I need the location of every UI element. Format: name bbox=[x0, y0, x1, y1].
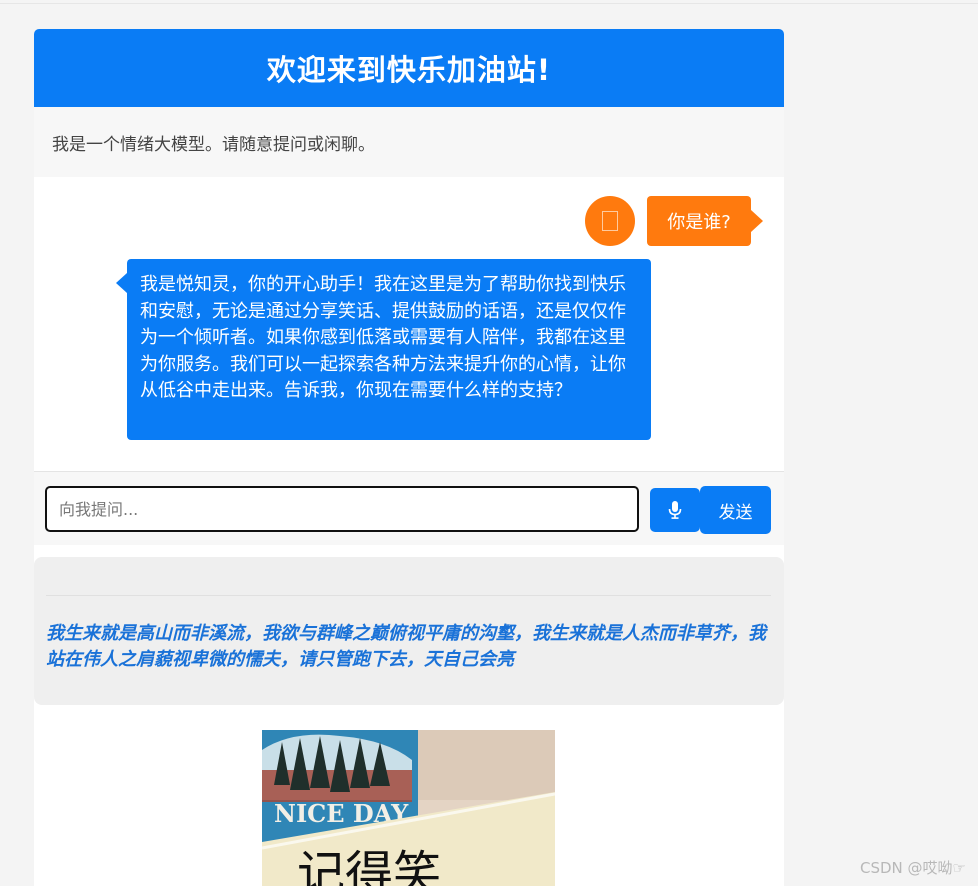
input-bar: 发送 bbox=[34, 471, 784, 545]
user-avatar bbox=[585, 196, 635, 246]
motto-divider bbox=[46, 595, 771, 596]
user-message-text: 你是谁? bbox=[667, 212, 731, 233]
handwriting-text: 记得笑 bbox=[297, 846, 441, 886]
avatar-icon bbox=[602, 211, 618, 231]
user-message-bubble: 你是谁? bbox=[647, 196, 763, 246]
send-button[interactable]: 发送 bbox=[700, 486, 771, 534]
voice-input-button[interactable] bbox=[650, 488, 700, 532]
app-header: 欢迎来到快乐加油站! bbox=[34, 29, 784, 107]
motto-card: 我生来就是高山而非溪流，我欲与群峰之巅俯视平庸的沟壑，我生来就是人杰而非草芥，我… bbox=[34, 557, 784, 705]
nice-day-image: NICE DAY 记得笑 bbox=[262, 730, 555, 886]
page-top-divider bbox=[0, 3, 978, 4]
page-title: 欢迎来到快乐加油站! bbox=[266, 53, 552, 87]
chat-app: 欢迎来到快乐加油站! 我是一个情绪大模型。请随意提问或闲聊。 你是谁? 我是悦知… bbox=[34, 29, 784, 886]
motto-text: 我生来就是高山而非溪流，我欲与群峰之巅俯视平庸的沟壑，我生来就是人杰而非草芥，我… bbox=[46, 623, 766, 670]
bot-message-bubble: 我是悦知灵，你的开心助手！我在这里是为了帮助你找到快乐和安慰，无论是通过分享笑话… bbox=[116, 259, 651, 440]
chat-history[interactable]: 你是谁? 我是悦知灵，你的开心助手！我在这里是为了帮助你找到快乐和安慰，无论是通… bbox=[34, 177, 784, 471]
intro-text: 我是一个情绪大模型。请随意提问或闲聊。 bbox=[52, 134, 375, 155]
intro-banner: 我是一个情绪大模型。请随意提问或闲聊。 bbox=[34, 107, 784, 177]
microphone-icon bbox=[668, 501, 682, 519]
question-input[interactable] bbox=[45, 486, 639, 532]
send-button-label: 发送 bbox=[718, 502, 753, 523]
bot-message-text: 我是悦知灵，你的开心助手！我在这里是为了帮助你找到快乐和安慰，无论是通过分享笑话… bbox=[140, 274, 626, 401]
csdn-watermark: CSDN @哎呦☞ bbox=[860, 859, 966, 877]
